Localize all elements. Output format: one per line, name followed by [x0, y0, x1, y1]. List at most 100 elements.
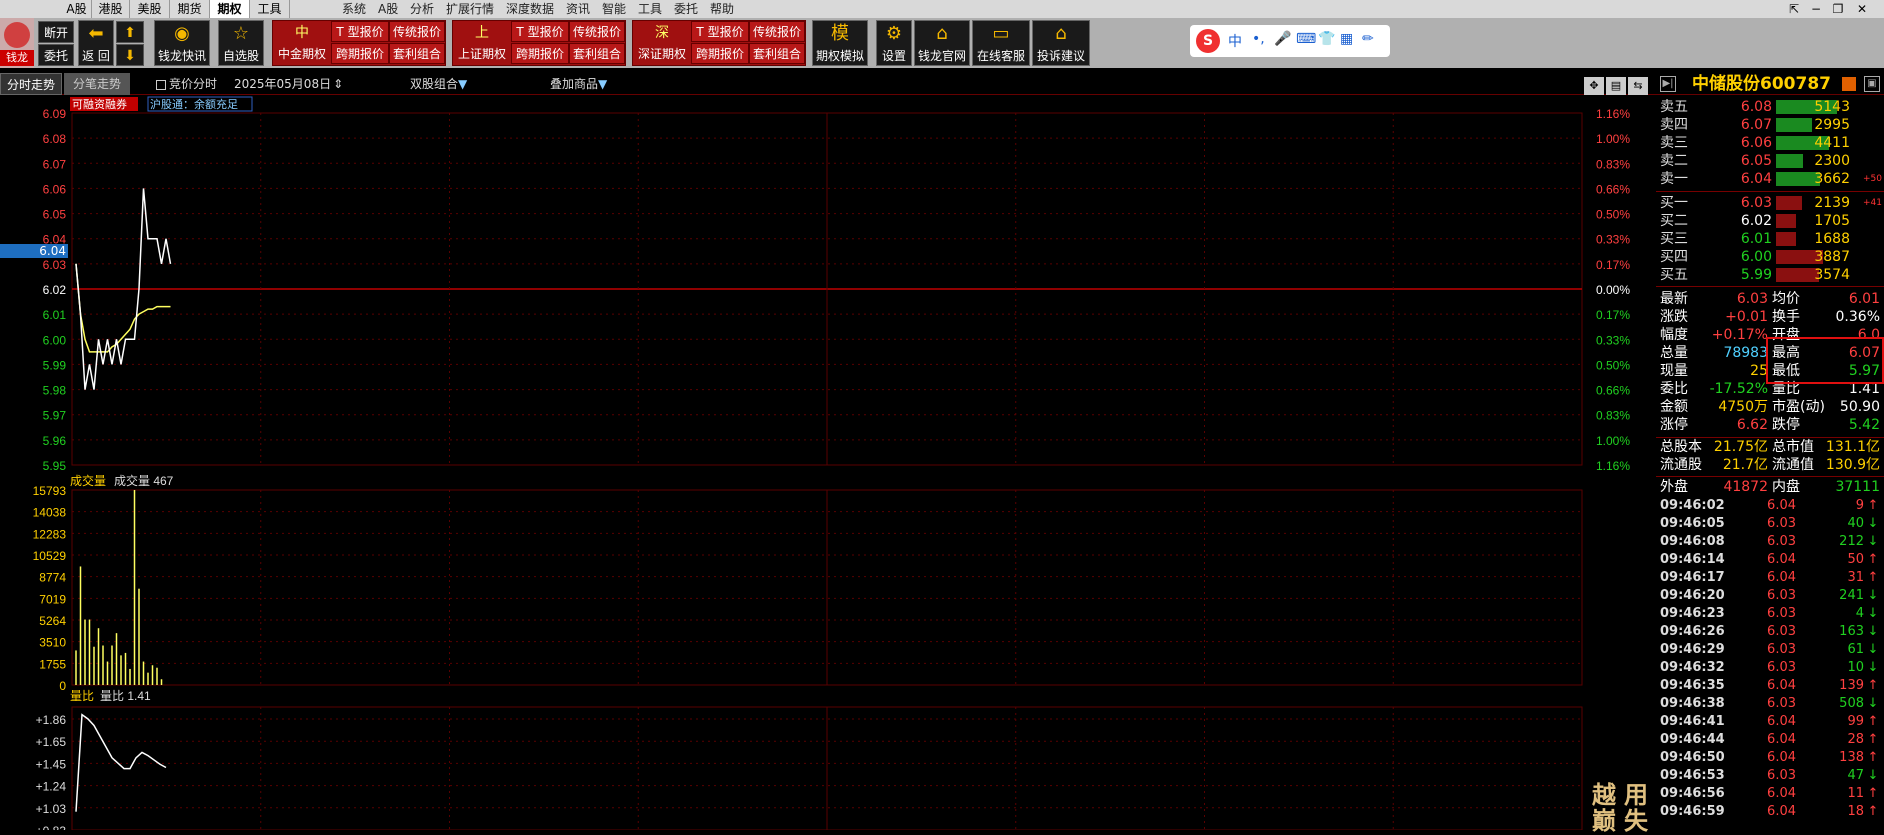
maximize-icon[interactable]: ❐ [1828, 0, 1848, 18]
tab-intraday[interactable]: 分时走势 [0, 73, 62, 95]
menu-extended[interactable]: 扩展行情 [446, 0, 494, 18]
menu-news[interactable]: 资讯 [566, 0, 590, 18]
ime-logo-icon[interactable]: S [1196, 29, 1220, 53]
keyboard-icon[interactable]: ⌨ [1296, 31, 1316, 47]
info-icon[interactable] [1842, 77, 1856, 91]
settings-button[interactable]: ⚙ 设置 [876, 20, 912, 66]
tick-row[interactable]: 09:46:50 6.04 138 ↑ [1656, 749, 1884, 767]
tick-row[interactable]: 09:46:02 6.04 9 ↑ [1656, 497, 1884, 515]
tab-futures[interactable]: 期货 [170, 0, 210, 18]
cross-period-button[interactable]: 跨期报价 [511, 43, 569, 64]
menu-smart[interactable]: 智能 [602, 0, 626, 18]
tick-row[interactable]: 09:46:41 6.04 99 ↑ [1656, 713, 1884, 731]
cffex-options-button[interactable]: 中 中金期权 [273, 21, 331, 65]
tick-row[interactable]: 09:46:17 6.04 31 ↑ [1656, 569, 1884, 587]
tab-us[interactable]: 美股 [130, 0, 170, 18]
ask-row[interactable]: 卖一 6.04 3662 +50 [1656, 170, 1884, 188]
favorites-button[interactable]: ☆ 自选股 [218, 20, 264, 66]
tick-row[interactable]: 09:46:08 6.03 212 ↓ [1656, 533, 1884, 551]
grid-icon[interactable]: ▦ [1340, 31, 1353, 47]
szse-options-button[interactable]: 深 深证期权 [633, 21, 691, 65]
pen-icon[interactable]: ✏ [1362, 31, 1374, 47]
tick-row[interactable]: 09:46:59 6.04 18 ↑ [1656, 803, 1884, 821]
bid-row[interactable]: 买一 6.03 2139 +41 [1656, 194, 1884, 212]
options-sim-button[interactable]: 模 期权模拟 [812, 20, 868, 66]
skin-icon[interactable]: 👕 [1318, 31, 1335, 47]
tick-row[interactable]: 09:46:44 6.04 28 ↑ [1656, 731, 1884, 749]
bid-row[interactable]: 买三 6.01 1688 [1656, 230, 1884, 248]
tick-row[interactable]: 09:46:23 6.03 4 ↓ [1656, 605, 1884, 623]
tick-row[interactable]: 09:46:32 6.03 10 ↓ [1656, 659, 1884, 677]
tick-row[interactable]: 09:46:56 6.04 11 ↑ [1656, 785, 1884, 803]
tick-row[interactable]: 09:46:20 6.03 241 ↓ [1656, 587, 1884, 605]
sse-options-button[interactable]: 上 上证期权 [453, 21, 511, 65]
official-site-button[interactable]: ⌂ 钱龙官网 [914, 20, 970, 66]
minimize-icon[interactable]: − [1806, 0, 1826, 18]
ratio-tick-label: +1.24 [36, 780, 67, 794]
menu-delegate[interactable]: 委托 [674, 0, 698, 18]
complaint-button[interactable]: ⌂ 投诉建议 [1032, 20, 1090, 66]
window-icon[interactable]: ▤ [1606, 77, 1626, 95]
tab-ticks[interactable]: 分笔走势 [64, 73, 130, 95]
cross-period-button[interactable]: 跨期报价 [331, 43, 389, 64]
bid-row[interactable]: 买二 6.02 1705 [1656, 212, 1884, 230]
disconnect-button[interactable]: 断开 [38, 21, 74, 43]
menu-a-share[interactable]: A股 [378, 0, 398, 18]
arbitrage-button[interactable]: 套利组合 [389, 43, 445, 64]
arbitrage-button[interactable]: 套利组合 [749, 43, 805, 64]
auction-checkbox[interactable]: 竞价分时 [156, 73, 217, 95]
switch-icon[interactable]: ⇆ [1628, 77, 1648, 95]
classic-quote-button[interactable]: 传统报价 [749, 21, 805, 42]
tick-row[interactable]: 09:46:26 6.03 163 ↓ [1656, 623, 1884, 641]
dual-stock-dropdown[interactable]: 双股组合▼ [410, 73, 467, 95]
menu-help[interactable]: 帮助 [710, 0, 734, 18]
tick-row[interactable]: 09:46:38 6.03 508 ↓ [1656, 695, 1884, 713]
tab-options[interactable]: 期权 [210, 0, 250, 18]
move-icon[interactable]: ✥ [1584, 77, 1604, 95]
tab-tools[interactable]: 工具 [250, 0, 290, 18]
arbitrage-button[interactable]: 套利组合 [569, 43, 625, 64]
bid-row[interactable]: 买四 6.00 3887 [1656, 248, 1884, 266]
ask-row[interactable]: 卖五 6.08 5143 [1656, 98, 1884, 116]
menu-system[interactable]: 系统 [342, 0, 366, 18]
classic-quote-button[interactable]: 传统报价 [569, 21, 625, 42]
tick-row[interactable]: 09:46:29 6.03 61 ↓ [1656, 641, 1884, 659]
microphone-icon[interactable]: 🎤 [1274, 31, 1291, 47]
close-icon[interactable]: ✕ [1852, 0, 1872, 18]
news-button[interactable]: ◉ 钱龙快讯 [154, 20, 210, 66]
tick-row[interactable]: 09:46:14 6.04 50 ↑ [1656, 551, 1884, 569]
tab-hk[interactable]: 港股 [92, 0, 130, 18]
cross-period-button[interactable]: 跨期报价 [691, 43, 749, 64]
t-quote-button[interactable]: T 型报价 [691, 21, 749, 42]
ask-row[interactable]: 卖三 6.06 4411 [1656, 134, 1884, 152]
overlay-dropdown[interactable]: 叠加商品▼ [550, 73, 607, 95]
menu-tools[interactable]: 工具 [638, 0, 662, 18]
restore-icon[interactable]: ⇱ [1784, 0, 1804, 18]
menu-depth[interactable]: 深度数据 [506, 0, 554, 18]
online-service-button[interactable]: ▭ 在线客服 [972, 20, 1030, 66]
ask-row[interactable]: 卖四 6.07 2995 [1656, 116, 1884, 134]
delegate-button[interactable]: 委托 [38, 44, 74, 66]
t-quote-button[interactable]: T 型报价 [511, 21, 569, 42]
ime-punct-icon[interactable]: •, [1252, 31, 1265, 47]
bid-row[interactable]: 买五 5.99 3574 [1656, 266, 1884, 284]
menu-analysis[interactable]: 分析 [410, 0, 434, 18]
tick-row[interactable]: 09:46:53 6.03 47 ↓ [1656, 767, 1884, 785]
tick-row[interactable]: 09:46:35 6.04 139 ↑ [1656, 677, 1884, 695]
ask-row[interactable]: 卖二 6.05 2300 [1656, 152, 1884, 170]
down-arrow-icon[interactable]: ⬇ [116, 44, 144, 66]
ad-banner[interactable]: 越 用 巅 失 [1588, 782, 1656, 834]
t-quote-button[interactable]: T 型报价 [331, 21, 389, 42]
close-panel-icon[interactable]: ▣ [1864, 76, 1880, 92]
up-arrow-icon[interactable]: ⬆ [116, 21, 144, 43]
tab-a-share[interactable]: A股 [62, 0, 92, 18]
intraday-chart[interactable]: 6.09 1.16% 6.08 1.00% 6.07 0.83% 6.06 0.66% 6.05… [0, 95, 1656, 830]
classic-quote-button[interactable]: 传统报价 [389, 21, 445, 42]
back-button[interactable]: ⬅ 返 回 [78, 20, 114, 66]
collapse-icon[interactable]: ▶| [1660, 76, 1676, 92]
date-spinner[interactable]: 2025年05月08日 ⇕ [234, 73, 343, 95]
tick-row[interactable]: 09:46:05 6.03 40 ↓ [1656, 515, 1884, 533]
ime-chinese-icon[interactable]: 中 [1228, 31, 1242, 51]
tick-time: 09:46:26 [1660, 624, 1725, 639]
pct-tick-label: 0.33% [1596, 233, 1630, 247]
